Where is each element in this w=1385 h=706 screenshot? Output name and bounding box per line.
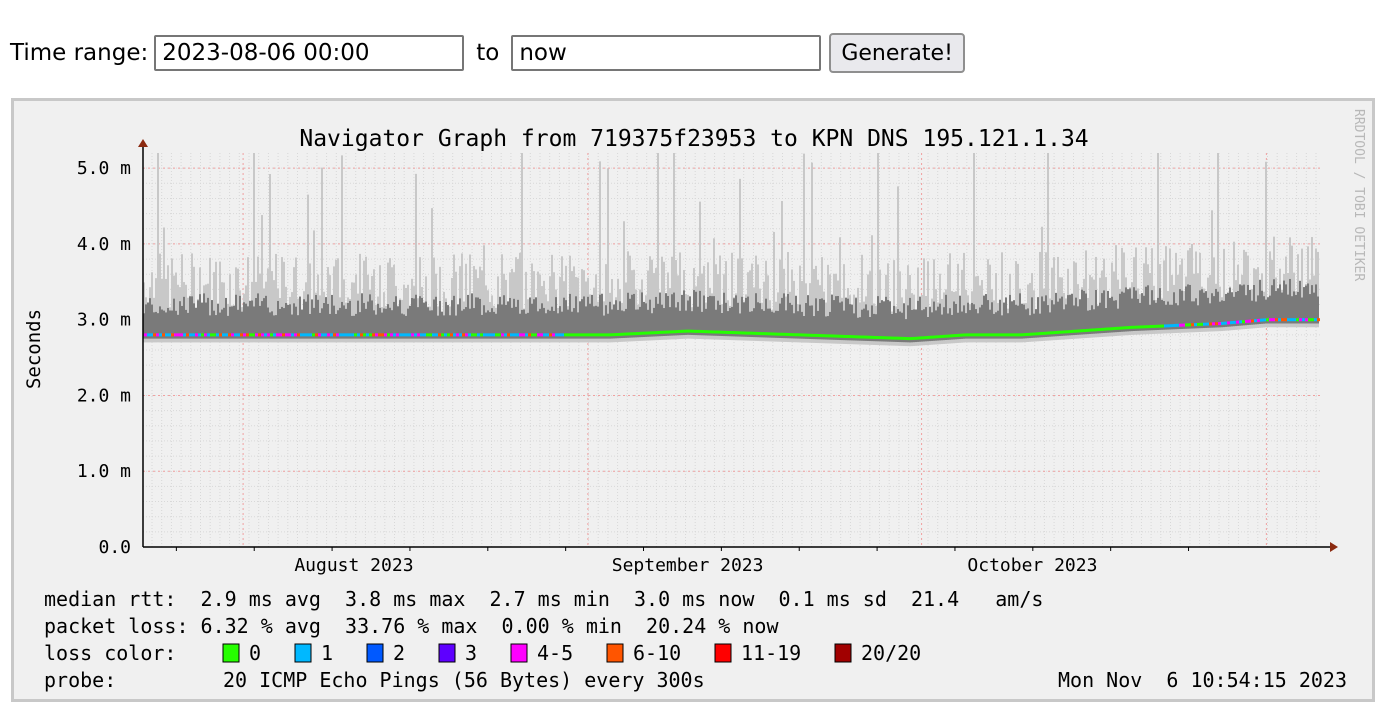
to-label: to: [476, 40, 500, 66]
loss-color-swatch: [222, 643, 240, 663]
start-time-input[interactable]: [154, 35, 465, 71]
latency-graph: 0.0 1.0 m 2.0 m 3.0 m 4.0 m 5.0 m August 2023…: [11, 98, 1375, 702]
y-axis-label: Seconds: [23, 309, 45, 389]
loss-color-legend-label: 20/20: [861, 641, 921, 665]
loss-color-swatch: [834, 643, 852, 663]
loss-color-legend-label: 4-5: [537, 641, 573, 665]
loss-color-swatch: [714, 643, 732, 663]
major-grid: [143, 153, 1322, 551]
y-tick-label: 0.0: [98, 537, 131, 558]
x-tick-label: August 2023: [294, 555, 413, 576]
probe-label: probe:: [44, 668, 116, 692]
y-tick-label: 1.0 m: [77, 461, 131, 482]
loss-color-legend-label: 1: [321, 641, 333, 665]
stats-rtt-line: median rtt: 2.9 ms avg 3.8 ms max 2.7 ms…: [44, 587, 1043, 611]
loss-color-legend-label: 11-19: [741, 641, 801, 665]
time-range-label: Time range:: [10, 40, 149, 66]
x-tick-label: September 2023: [612, 555, 764, 576]
probe-text: 20 ICMP Echo Pings (56 Bytes) every 300s: [223, 668, 705, 692]
y-tick-label: 3.0 m: [77, 310, 131, 331]
loss-color-swatch: [438, 643, 456, 663]
graph-canvas: 0.0 1.0 m 2.0 m 3.0 m 4.0 m 5.0 m August 2023…: [23, 109, 1366, 692]
stats-loss-line: packet loss: 6.32 % avg 33.76 % max 0.00…: [44, 614, 779, 638]
x-tick-label: October 2023: [967, 555, 1097, 576]
x-tick-labels: August 2023 September 2023 October 2023: [294, 555, 1097, 576]
loss-color-swatch: [366, 643, 384, 663]
y-tick-label: 4.0 m: [77, 234, 131, 255]
graph-title: Navigator Graph from 719375f23953 to KPN…: [299, 126, 1088, 152]
y-tick-label: 2.0 m: [77, 385, 131, 406]
loss-color-swatch: [606, 643, 624, 663]
time-range-form: Time range: to Generate!: [10, 32, 965, 74]
end-time-input[interactable]: [511, 35, 822, 71]
loss-color-legend-label: 2: [393, 641, 405, 665]
minor-grid: [143, 153, 1322, 547]
loss-color-label: loss color:: [44, 641, 176, 665]
generate-button[interactable]: Generate!: [829, 33, 965, 73]
loss-color-legend-label: 0: [249, 641, 261, 665]
loss-color-legend: 0 1 2 3 4-5 6-10 11-19 20/20: [222, 641, 921, 665]
y-tick-labels: 0.0 1.0 m 2.0 m 3.0 m 4.0 m 5.0 m: [77, 158, 131, 558]
rrdtool-watermark: RRDTOOL / TOBI OETIKER: [1351, 109, 1366, 281]
loss-color-legend-label: 3: [465, 641, 477, 665]
loss-color-swatch: [294, 643, 312, 663]
loss-color-swatch: [510, 643, 528, 663]
graph-timestamp: Mon Nov 6 10:54:15 2023: [1058, 668, 1347, 692]
loss-color-legend-label: 6-10: [633, 641, 681, 665]
y-tick-label: 5.0 m: [77, 158, 131, 179]
